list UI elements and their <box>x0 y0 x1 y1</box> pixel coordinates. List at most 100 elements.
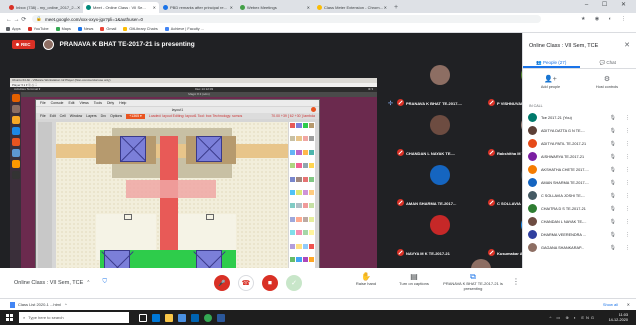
participant-tile[interactable]: AMAN SHARMA TE-2017... <box>395 161 485 209</box>
mic-icon[interactable]: 🎙 <box>610 206 616 212</box>
extension-icons[interactable]: ★ ◉ ◐ ⋮ <box>581 16 630 22</box>
bookmark-gmail[interactable]: Gmail <box>100 26 116 31</box>
download-item[interactable]: Class List 2020-1 ...html <box>18 302 61 307</box>
window-controls[interactable]: – ☐ ✕ <box>585 1 632 8</box>
layer-palette[interactable] <box>289 122 315 284</box>
present-button[interactable]: ⧉ PRANAVA K BHAT TE-2017-21 is presenting <box>438 272 508 291</box>
mic-icon[interactable]: 🎙 <box>610 193 616 199</box>
more-options-icon[interactable]: ⋮ <box>625 193 630 199</box>
menu-console[interactable]: Console <box>51 100 64 106</box>
more-options-icon[interactable]: ⋮ <box>625 115 630 121</box>
menu-dirty[interactable]: Dirty <box>107 100 114 106</box>
taskbar-search-field[interactable]: ⌕ Type here to search <box>19 312 129 323</box>
participant-row[interactable]: ADITYA DATTA G N TE-... 🎙 ⋮ <box>523 124 636 137</box>
browser-tab[interactable]: Webex Meetings ✕ <box>237 2 313 13</box>
shared-screen[interactable]: Ubuntu 64-bit - VMware Workstation 12 Pl… <box>10 78 377 296</box>
browser-tab-active[interactable]: Meet - Online Class : VII Se... ✕ <box>83 2 159 13</box>
participant-row[interactable]: C SOLLAVIA JOSHI TE-... 🎙 ⋮ <box>523 189 636 202</box>
close-tab-icon[interactable]: ✕ <box>153 5 156 10</box>
nav-buttons[interactable]: ← → ⟳ <box>6 16 26 23</box>
menu-drc[interactable]: Drc <box>101 114 106 118</box>
participant-row[interactable]: GAGANA SHANKARAP... 🎙 ⋮ <box>523 241 636 254</box>
close-icon[interactable] <box>311 107 316 112</box>
menu-help[interactable]: Help <box>119 100 126 106</box>
mic-icon[interactable]: 🎙 <box>610 232 616 238</box>
more-options-icon[interactable]: ⋮ <box>625 128 630 134</box>
participant-row[interactable]: AKSHATHA CHETE 2017-... 🎙 ⋮ <box>523 163 636 176</box>
close-icon[interactable]: ✕ <box>624 41 630 49</box>
menu-edit[interactable]: Edit <box>50 114 56 118</box>
browser-tab[interactable]: Inbox (738) - my_online_2017_2... ✕ <box>6 2 82 13</box>
close-tab-icon[interactable]: ✕ <box>230 5 233 10</box>
participant-row[interactable]: CHANDAN L NAYAK TE-... 🎙 ⋮ <box>523 215 636 228</box>
bookmark-news[interactable]: News <box>77 26 93 31</box>
layout-canvas[interactable] <box>56 122 288 284</box>
participant-row[interactable]: AISHWARYA TE-2017-21 🎙 ⋮ <box>523 150 636 163</box>
mic-icon[interactable]: 🎙 <box>610 154 616 160</box>
participant-row[interactable]: Tce 2017-21 (You) 🎙 ⋮ <box>523 111 636 124</box>
close-tab-icon[interactable]: ✕ <box>77 5 80 10</box>
mic-icon[interactable]: 🎙 <box>610 167 616 173</box>
extension-button[interactable]: ✓ <box>286 275 302 291</box>
participant-row[interactable]: CHAITRA D S TE-2017-21 🎙 ⋮ <box>523 202 636 215</box>
participant-row[interactable]: ADITYA PATIL TE-2017-21 🎙 ⋮ <box>523 137 636 150</box>
close-tab-icon[interactable]: ✕ <box>307 5 310 10</box>
participant-tile[interactable]: ✢ PRANAVA K BHAT TE-2017-... <box>388 61 485 109</box>
tab-people[interactable]: 👥 People (27) <box>523 57 580 68</box>
host-controls-button[interactable]: ⚙ Host controls <box>596 75 618 97</box>
camera-button[interactable]: ◼ <box>262 275 278 291</box>
close-icon[interactable]: ✕ <box>627 302 630 307</box>
bookmark-library[interactable]: GitLibrary Chairs <box>123 26 158 31</box>
menu-views[interactable]: Views <box>80 100 89 106</box>
mic-icon[interactable]: 🎙 <box>610 180 616 186</box>
participant-row[interactable]: AMAN SHARMA TE-2017-... 🎙 ⋮ <box>523 176 636 189</box>
captions-button[interactable]: ▤ Turn on captions <box>384 272 444 286</box>
more-options-icon[interactable]: ⋮ <box>512 277 520 286</box>
clock[interactable]: 11:03 14-12-2020 <box>609 313 628 323</box>
bookmark-maps[interactable]: Maps <box>55 26 71 31</box>
menu-window[interactable]: Window <box>70 114 82 118</box>
word-icon[interactable] <box>217 313 225 322</box>
more-options-icon[interactable]: ⋮ <box>625 232 630 238</box>
url-field[interactable]: 🔒 meet.google.com/xxx-xxyx-jgx?pli=1&auth… <box>32 15 541 23</box>
more-options-icon[interactable]: ⋮ <box>625 206 630 212</box>
system-tray-icons[interactable]: ^ ▭ ⊕ ◐ ENG <box>549 315 596 320</box>
store-icon[interactable] <box>178 313 186 322</box>
more-options-icon[interactable]: ⋮ <box>625 141 630 147</box>
menu-layers[interactable]: Layers <box>86 114 97 118</box>
menu-cell[interactable]: Cell <box>60 114 66 118</box>
more-options-icon[interactable]: ⋮ <box>625 154 630 160</box>
mic-button[interactable]: 🎤 <box>214 275 230 291</box>
mic-icon[interactable]: 🎙 <box>610 128 616 134</box>
more-options-icon[interactable]: ⋮ <box>625 245 630 251</box>
browser-tab[interactable]: PBD remarks after principal re... ✕ <box>160 2 236 13</box>
menu-tools[interactable]: Tools <box>94 100 102 106</box>
participant-row[interactable]: DHARMA VEERENDRA ... 🎙 ⋮ <box>523 228 636 241</box>
more-options-icon[interactable]: ⋮ <box>625 219 630 225</box>
edge-icon[interactable] <box>152 313 160 322</box>
bookmark-faculty[interactable]: Achieve | Faculty ... <box>164 26 204 31</box>
more-options-icon[interactable]: ⋮ <box>625 167 630 173</box>
shield-icon[interactable]: ⛉ <box>103 279 108 286</box>
menu-file[interactable]: File <box>40 114 46 118</box>
close-tab-icon[interactable]: ✕ <box>384 5 387 10</box>
hangup-button[interactable]: ☎ <box>238 275 254 291</box>
chrome-icon[interactable] <box>204 313 212 322</box>
meeting-details[interactable]: Online Class : VII Sem, TCE ⌃ ⛉ <box>14 279 107 286</box>
task-view-icon[interactable] <box>139 313 147 322</box>
folder-icon[interactable] <box>165 313 173 322</box>
participant-tile[interactable]: CHANDAN L NAYAK TE-... <box>395 111 485 159</box>
bookmark-youtube[interactable]: YouTube <box>27 26 49 31</box>
menu-file[interactable]: File <box>40 100 46 106</box>
participant-tile[interactable]: NAVYA M K TE-2017-21 <box>395 211 485 259</box>
add-people-button[interactable]: 👤+ Add people <box>541 75 560 97</box>
new-tab-button[interactable]: + <box>394 2 398 13</box>
menu-options[interactable]: Options <box>110 114 122 118</box>
browser-tab[interactable]: Class Meter Extension - Chrom... ✕ <box>314 2 390 13</box>
mail-icon[interactable] <box>191 313 199 322</box>
more-options-icon[interactable]: ⋮ <box>625 180 630 186</box>
tech-selector[interactable]: +1365 ▾ <box>126 113 145 119</box>
show-all-link[interactable]: Show all <box>603 302 618 307</box>
menu-edit[interactable]: Edit <box>68 100 74 106</box>
mic-icon[interactable]: 🎙 <box>610 245 616 251</box>
